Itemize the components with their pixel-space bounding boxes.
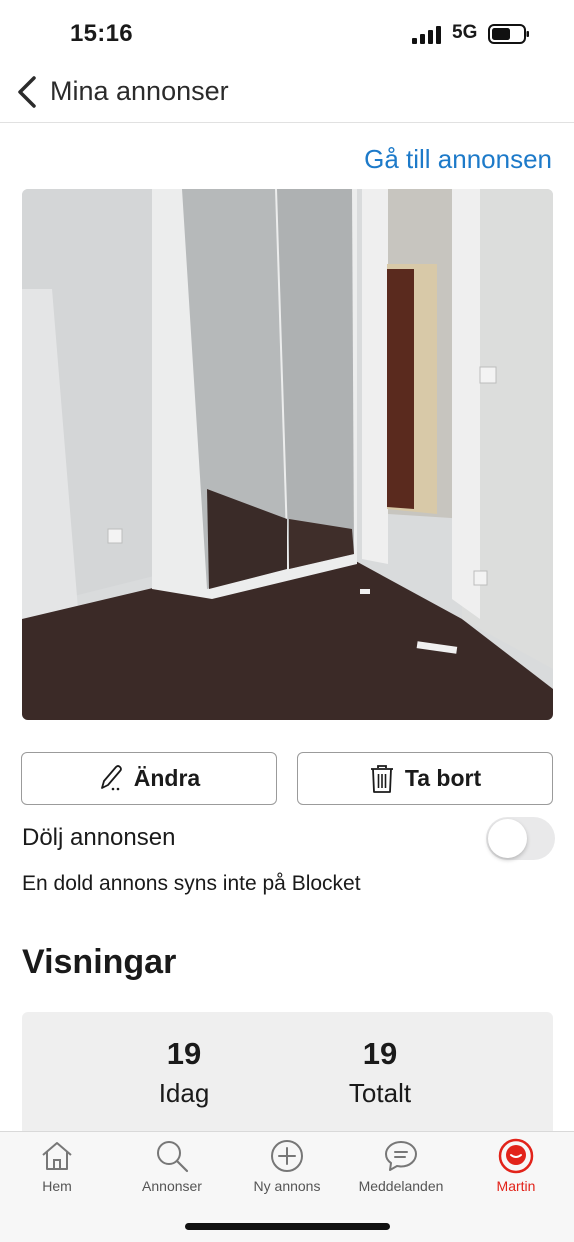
home-indicator xyxy=(185,1223,390,1230)
status-bar: 15:16 5G xyxy=(0,0,574,66)
page-title: Mina annonser xyxy=(50,76,229,106)
toggle-knob xyxy=(488,819,527,858)
stat-today: 19 Idag xyxy=(124,1036,244,1109)
home-icon xyxy=(42,1142,72,1170)
plus-circle-icon xyxy=(271,1140,303,1172)
tab-profile-label: Martin xyxy=(496,1178,536,1194)
nav-bar: Mina annonser xyxy=(0,66,574,123)
stat-total-label: Totalt xyxy=(348,1078,412,1108)
edit-button[interactable]: Ändra xyxy=(21,752,277,805)
hide-ad-label: Dölj annonsen xyxy=(22,824,176,851)
tab-ads-label: Annonser xyxy=(142,1178,202,1194)
search-icon xyxy=(157,1141,189,1173)
views-stats-box: 19 Idag 19 Totalt xyxy=(22,1012,553,1142)
edit-button-label: Ändra xyxy=(133,765,201,791)
stat-today-label: Idag xyxy=(158,1078,210,1108)
tab-messages[interactable]: Meddelanden xyxy=(346,1138,456,1194)
signal-icon xyxy=(412,26,441,44)
goto-ad-link[interactable]: Gå till annonsen xyxy=(364,144,552,175)
tab-profile[interactable]: Martin xyxy=(461,1138,571,1194)
battery-icon xyxy=(488,24,529,44)
ad-photo[interactable] xyxy=(22,189,553,720)
chat-icon xyxy=(385,1141,417,1171)
stat-today-value: 19 xyxy=(166,1036,202,1071)
stat-total: 19 Totalt xyxy=(320,1036,440,1109)
tab-messages-label: Meddelanden xyxy=(358,1178,444,1194)
status-time: 15:16 xyxy=(70,20,133,47)
tab-new-ad-label: Ny annons xyxy=(253,1178,321,1194)
pencil-icon xyxy=(100,764,122,790)
trash-icon xyxy=(370,764,393,793)
stat-total-value: 19 xyxy=(362,1036,398,1071)
delete-button-label: Ta bort xyxy=(404,765,482,791)
network-type: 5G xyxy=(452,22,478,43)
tab-home-label: Hem xyxy=(42,1178,72,1194)
hide-ad-toggle[interactable] xyxy=(486,817,555,860)
back-chevron-icon[interactable] xyxy=(14,74,42,110)
room-photo-illustration xyxy=(22,189,553,720)
tab-home[interactable]: Hem xyxy=(2,1138,112,1194)
views-heading: Visningar xyxy=(22,943,177,981)
profile-icon xyxy=(498,1138,534,1174)
delete-button[interactable]: Ta bort xyxy=(297,752,553,805)
hide-ad-description: En dold annons syns inte på Blocket xyxy=(22,872,361,895)
tab-ads[interactable]: Annonser xyxy=(117,1138,227,1194)
tab-new-ad[interactable]: Ny annons xyxy=(232,1138,342,1194)
